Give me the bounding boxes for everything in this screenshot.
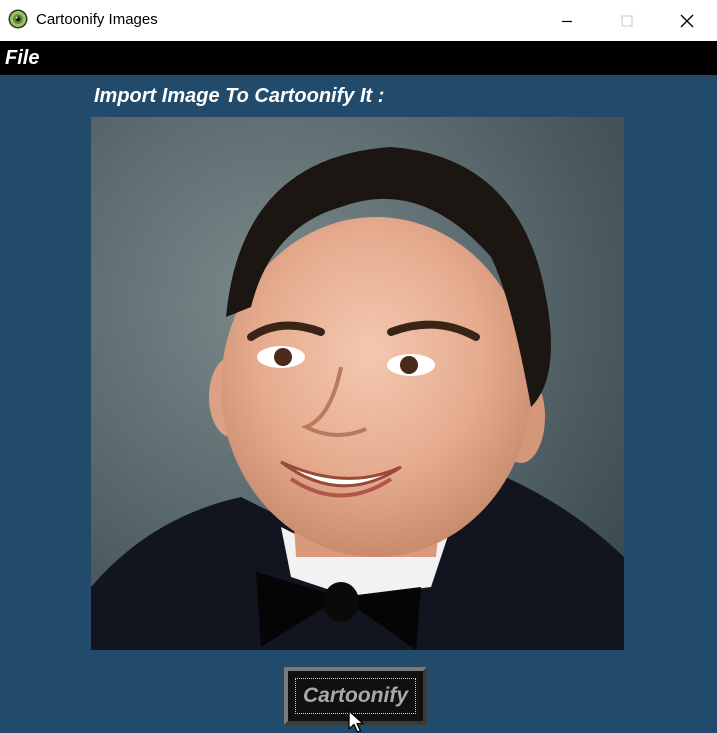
close-button[interactable] — [657, 0, 717, 41]
imported-image — [91, 117, 624, 650]
minimize-icon — [562, 20, 572, 22]
cartoonify-button-label: Cartoonify — [303, 684, 408, 707]
close-icon — [680, 14, 694, 27]
menu-item-file[interactable]: File — [5, 47, 39, 70]
app-window: Cartoonify Images File Import Image To C… — [0, 0, 717, 733]
main-content: Import Image To Cartoonify It : Cartooni… — [0, 75, 717, 733]
green-eye-icon — [8, 9, 28, 29]
menu-bar: File — [0, 41, 717, 75]
window-title: Cartoonify Images — [36, 11, 158, 28]
title-bar[interactable]: Cartoonify Images — [0, 0, 717, 41]
maximize-button[interactable] — [597, 0, 657, 41]
import-heading: Import Image To Cartoonify It : — [94, 85, 385, 107]
minimize-button[interactable] — [537, 0, 597, 41]
portrait-photo — [91, 117, 624, 650]
button-focus-ring: Cartoonify — [295, 678, 416, 714]
maximize-icon — [621, 15, 633, 26]
mouse-pointer-icon — [348, 710, 364, 733]
